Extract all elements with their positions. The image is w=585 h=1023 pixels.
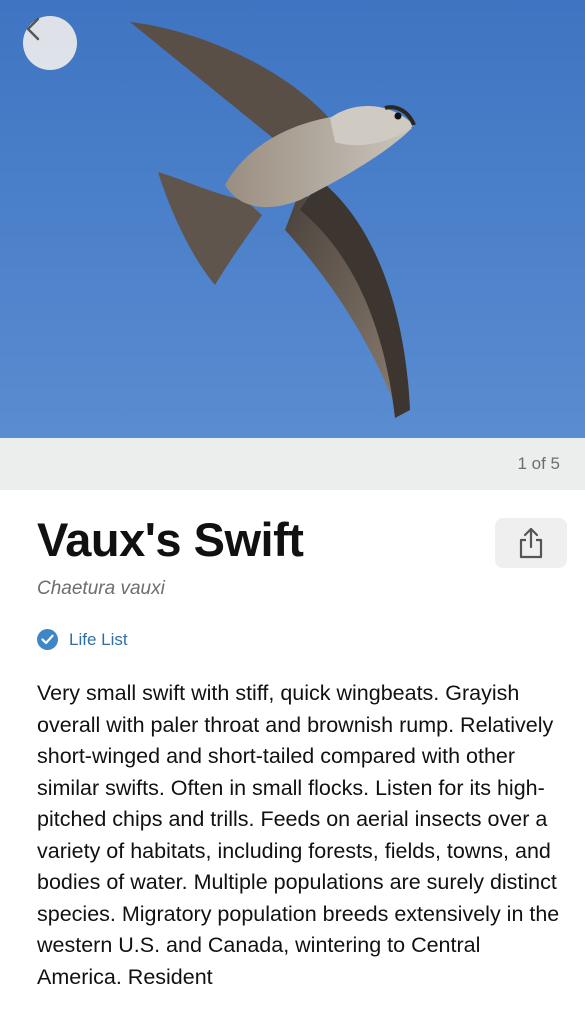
life-list-badge[interactable]: Life List [37,629,128,650]
share-button[interactable] [495,518,567,568]
photo-counter-bar: 1 of 5 [0,438,585,490]
swift-illustration [130,22,416,420]
species-scientific-name: Chaetura vauxi [37,578,165,599]
share-icon [519,527,543,559]
species-common-name: Vaux's Swift [37,513,304,566]
back-button[interactable] [23,16,77,70]
species-photo[interactable] [0,0,585,438]
species-description: Very small swift with stiff, quick wingb… [37,681,560,989]
chevron-left-icon [26,17,40,41]
checkmark-circle-icon [37,629,58,650]
life-list-label: Life List [69,629,128,649]
photo-counter: 1 of 5 [517,454,560,473]
